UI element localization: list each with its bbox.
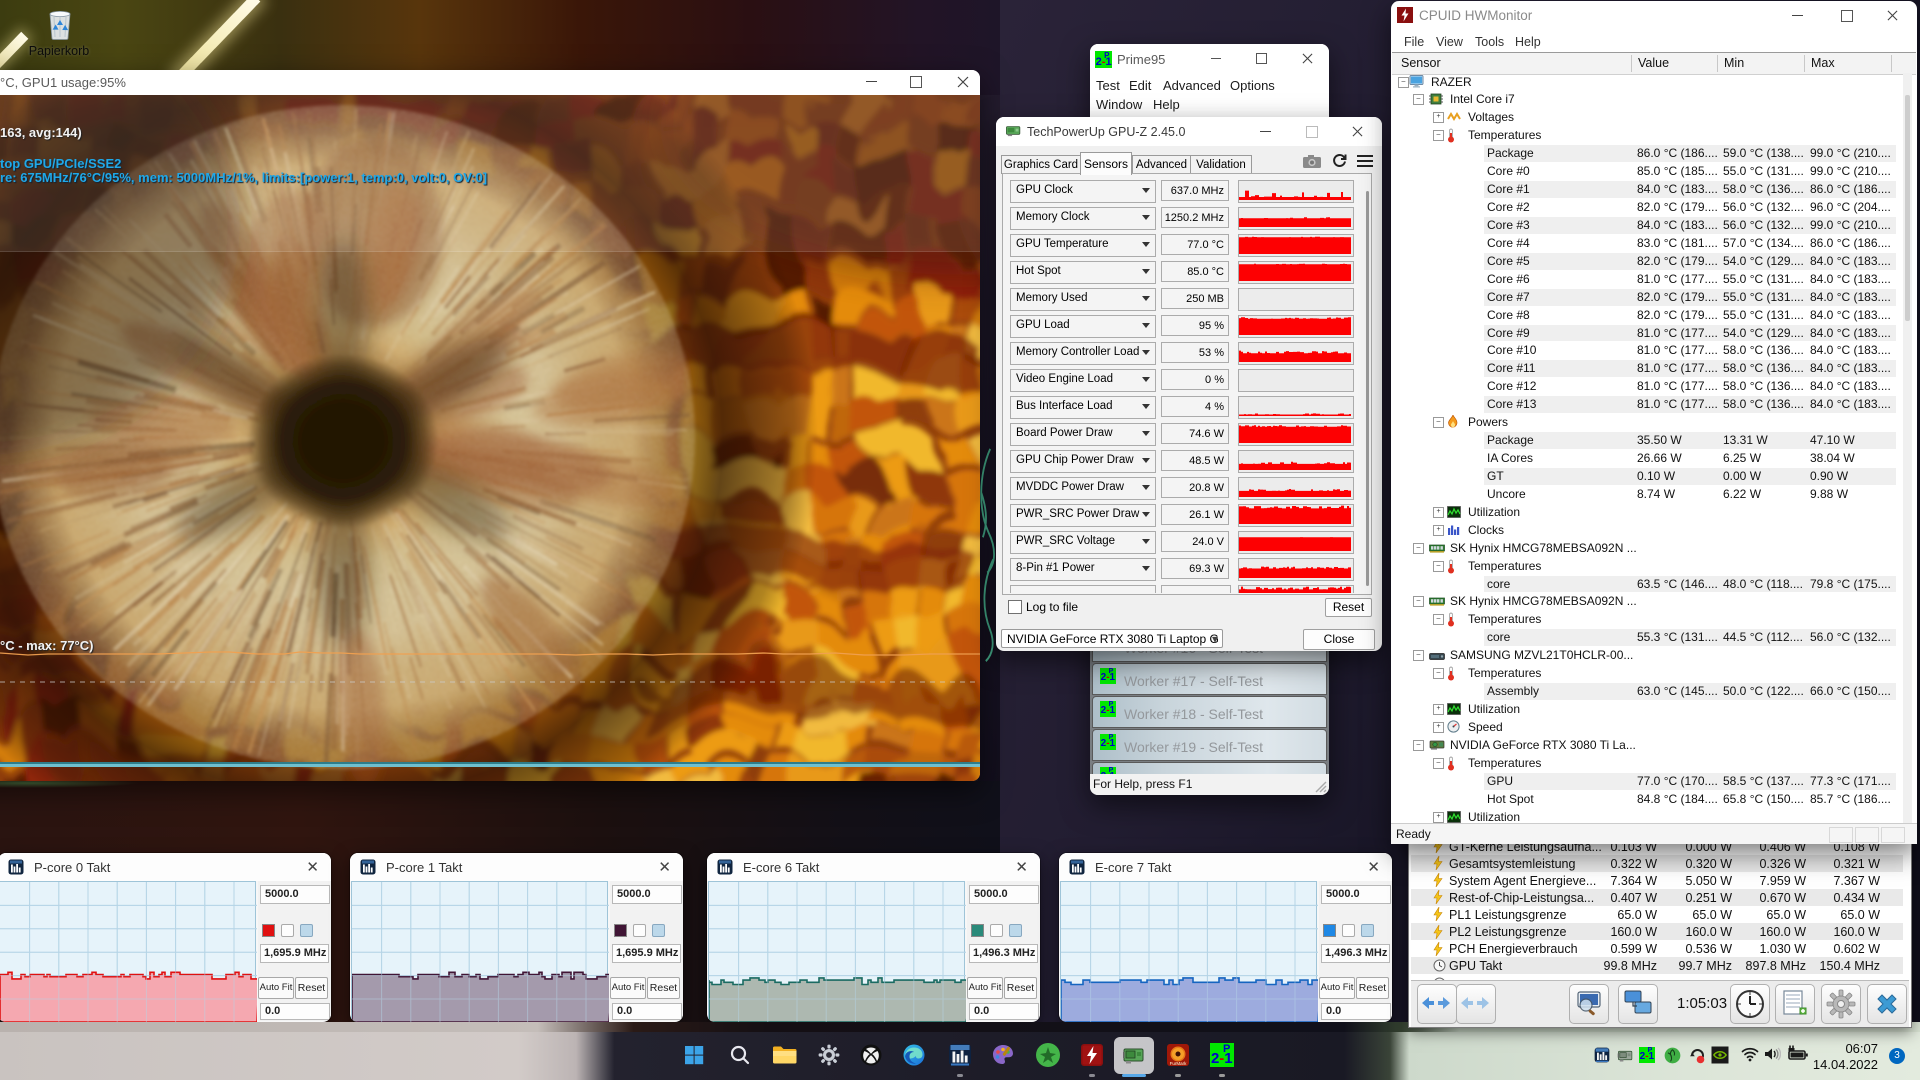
svg-text:FurMark: FurMark: [1170, 1061, 1187, 1066]
